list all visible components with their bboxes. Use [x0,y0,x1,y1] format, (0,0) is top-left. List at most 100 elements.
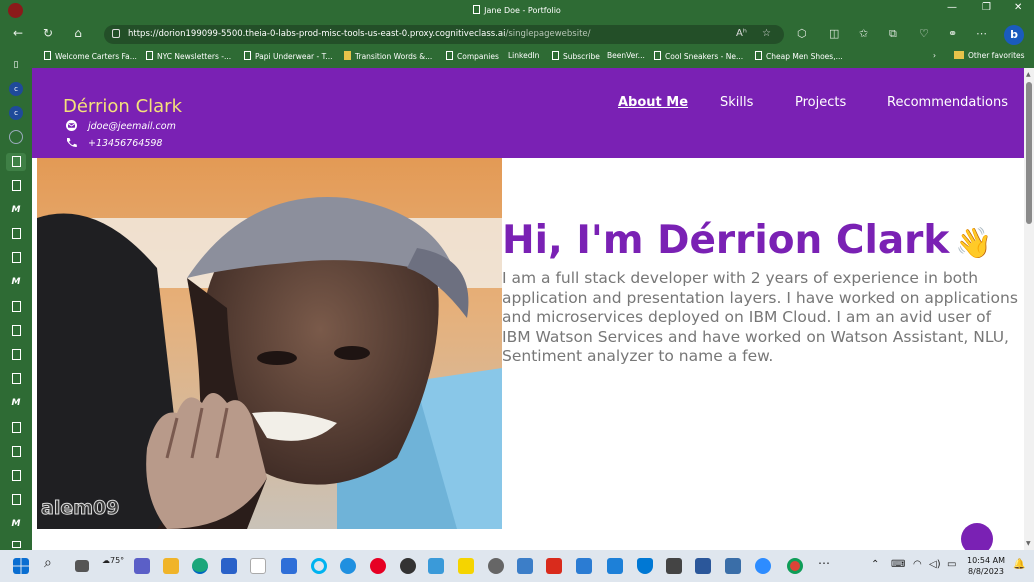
bookmark-item[interactable]: Subscribe [552,51,600,61]
collections-icon[interactable]: ⧉ [889,27,897,41]
bookmark-item[interactable]: NYC Newsletters -... [146,51,231,61]
teams-icon[interactable] [134,558,150,574]
chevron-up-icon[interactable]: ⌃ [871,559,879,570]
tab-page-icon[interactable] [12,180,21,191]
bookmark-item[interactable]: Cheap Men Shoes,... [755,51,843,61]
tab-favicon-m[interactable]: M [9,275,23,289]
scroll-down-icon[interactable]: ▼ [1026,540,1031,547]
tab-favicon-circle[interactable] [9,130,23,144]
tab-page-icon[interactable] [12,325,21,336]
keyboard-icon[interactable]: ⌨ [891,559,905,570]
refresh-button[interactable]: ↻ [40,26,56,40]
tab-page-icon[interactable] [12,494,21,505]
chevron-right-icon[interactable]: › [933,51,936,60]
tab-page-icon[interactable] [12,446,21,457]
tab-favicon-c[interactable]: c [9,82,23,96]
tab-page-icon[interactable] [12,373,21,384]
sticky-notes-icon[interactable] [458,558,474,574]
chrome-icon[interactable] [787,558,803,574]
bookmark-item[interactable]: Welcome Carters Fa... [44,51,137,61]
settings-icon[interactable] [488,558,504,574]
wifi-icon[interactable]: ◠ [913,559,922,570]
nav-about-me[interactable]: About Me [618,95,688,110]
app-icon[interactable] [340,558,356,574]
tab-actions-icon[interactable]: ▯ [9,58,23,72]
tab-page-icon[interactable] [12,541,21,548]
app-icon[interactable] [221,558,237,574]
tab-favicon-m[interactable]: M [9,203,23,217]
app-icon[interactable] [281,558,297,574]
browser-essentials-icon[interactable]: ♡ [919,27,929,40]
split-screen-icon[interactable]: ◫ [829,27,839,40]
more-apps-icon[interactable]: ⋯ [818,556,830,570]
acrobat-icon[interactable] [546,558,562,574]
camera-icon[interactable] [666,558,682,574]
tab-page-icon[interactable] [12,228,21,239]
bookmark-item[interactable]: LinkedIn [508,51,539,60]
photos-icon[interactable] [576,558,592,574]
maximize-button[interactable]: ❐ [982,2,991,13]
calculator-icon[interactable] [725,558,741,574]
minimize-button[interactable]: — [947,2,957,13]
search-icon[interactable]: ⌕ [44,555,52,571]
defender-icon[interactable] [637,558,653,574]
bookmark-item[interactable]: BeenVer... [607,51,645,60]
file-explorer-icon[interactable] [163,558,179,574]
volume-icon[interactable]: ◁) [929,559,941,570]
app-icon[interactable] [607,558,623,574]
email-contact[interactable]: jdoe@jeemail.com [65,120,176,132]
store-icon[interactable] [250,558,266,574]
address-bar[interactable]: https://dorion199099-5500.theia-0-labs-p… [104,25,784,44]
scroll-up-icon[interactable]: ▲ [1026,71,1031,78]
window-title: Jane Doe - Portfolio [0,5,1034,15]
nav-projects[interactable]: Projects [795,95,846,110]
tab-page-icon[interactable] [12,349,21,360]
zoom-icon[interactable] [755,558,771,574]
bookmark-item[interactable]: Transition Words &... [344,51,432,61]
tab-favicon-c[interactable]: c [9,106,23,120]
extensions-icon[interactable]: ⬡ [797,27,807,40]
read-aloud-icon[interactable]: Aʰ [736,28,747,39]
pinterest-icon[interactable] [370,558,386,574]
profile-photo: alem09 [37,158,502,529]
clock[interactable]: 10:54 AM 8/8/2023 [962,555,1010,577]
cortana-icon[interactable] [311,558,327,574]
other-favorites[interactable]: Other favorites [954,51,1025,60]
nav-recommendations[interactable]: Recommendations [887,95,1008,110]
tab-page-icon[interactable] [12,252,21,263]
back-button[interactable]: ← [10,26,26,40]
tab-page-icon[interactable] [12,422,21,433]
battery-icon[interactable]: ▭ [947,559,956,570]
tab-page-icon[interactable] [12,301,21,312]
notification-icon[interactable]: 🔔 [1013,559,1025,570]
copilot-icon[interactable]: ⚭ [948,27,957,40]
favorites-icon[interactable]: ✩ [859,27,868,40]
more-menu-icon[interactable]: ⋯ [976,27,987,40]
app-icon[interactable] [517,558,533,574]
nav-skills[interactable]: Skills [720,95,753,110]
app-icon[interactable] [428,558,444,574]
app-icon[interactable] [400,558,416,574]
bookmark-item[interactable]: Papi Underwear - T... [244,51,332,61]
floating-action-button[interactable] [961,523,993,550]
bing-icon[interactable]: b [1004,25,1024,45]
phone-contact[interactable]: +13456764598 [65,137,162,149]
tab-page-icon[interactable] [12,156,21,167]
windows-start-icon[interactable] [13,558,29,574]
task-view-icon[interactable] [75,560,89,572]
home-button[interactable]: ⌂ [70,26,86,40]
tab-favicon-m[interactable]: M [9,517,23,531]
date-text: 8/8/2023 [968,567,1004,576]
favorite-star-icon[interactable]: ☆ [762,28,771,39]
close-window-button[interactable]: ✕ [1014,2,1022,13]
page-scrollbar[interactable]: ▲ ▼ [1024,68,1034,550]
scrollbar-thumb[interactable] [1026,82,1032,224]
tab-page-icon[interactable] [12,470,21,481]
tab-favicon-m[interactable]: M [9,396,23,410]
bookmark-item[interactable]: Cool Sneakers - Ne... [654,51,743,61]
bookmark-item[interactable]: Companies [446,51,499,61]
weather-widget[interactable]: ☁75° [102,556,124,565]
word-icon[interactable] [695,558,711,574]
webpage-viewport: Dérrion Clark jdoe@jeemail.com +13456764… [32,68,1024,550]
edge-icon[interactable] [192,558,208,574]
